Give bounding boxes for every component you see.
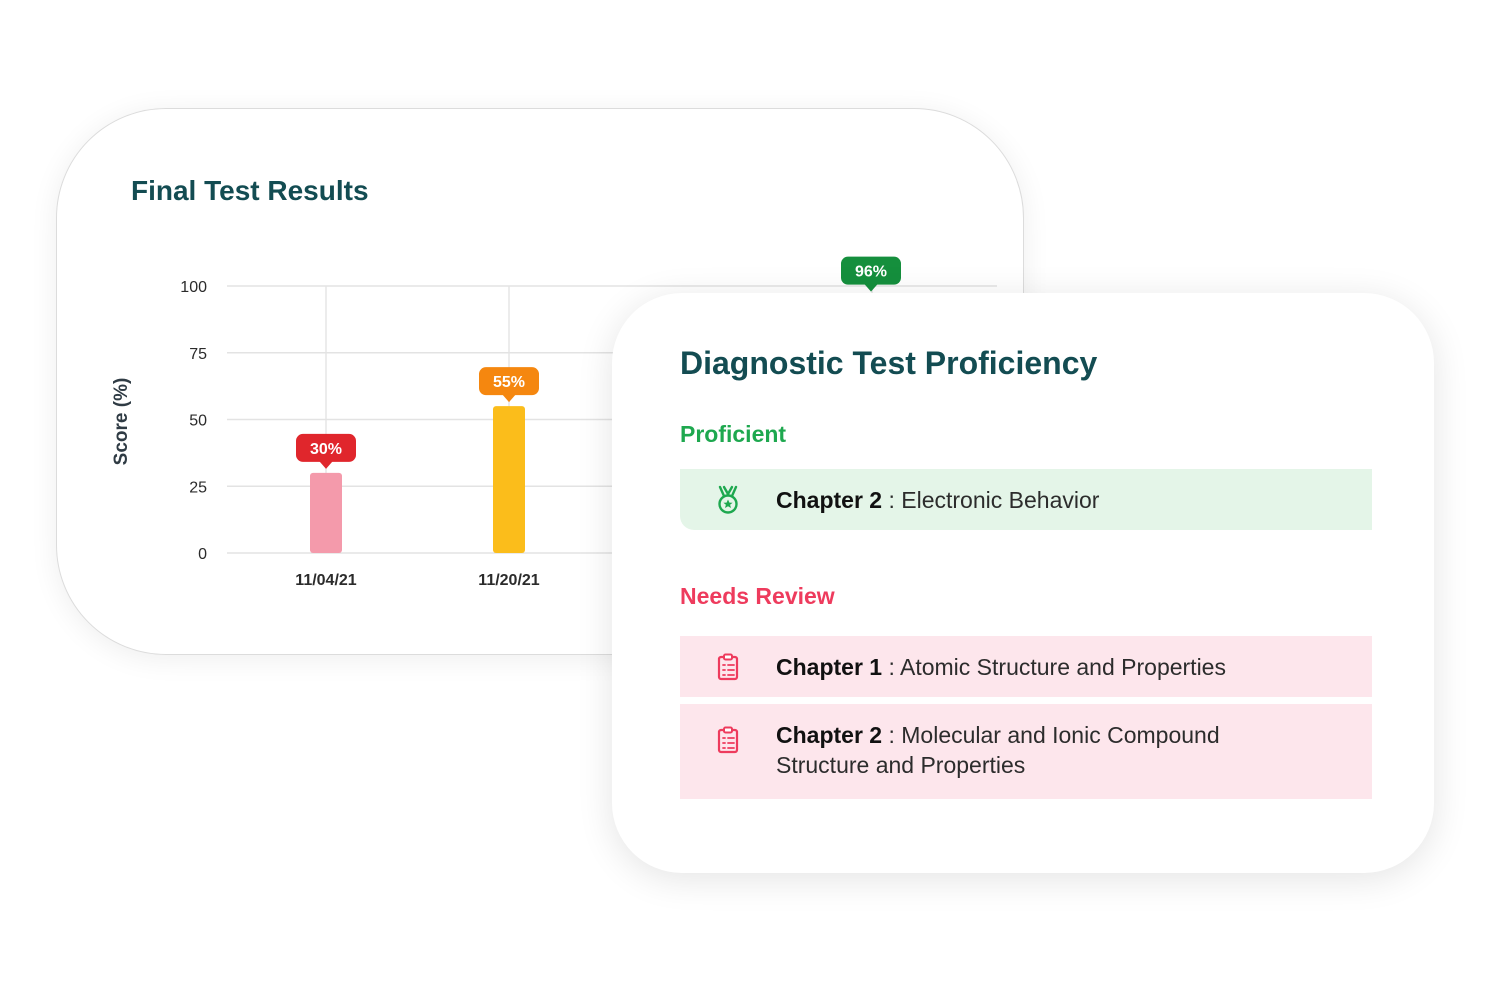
bar[interactable] — [493, 406, 525, 553]
y-tick-label: 0 — [198, 546, 207, 563]
topic-label: Atomic Structure and Properties — [900, 653, 1226, 680]
y-axis-title: Score (%) — [111, 378, 132, 466]
needs-review-heading: Needs Review — [680, 583, 835, 609]
y-tick-label: 25 — [189, 479, 207, 496]
proficient-item-text: Chapter 2 : Electronic Behavior — [776, 485, 1099, 515]
x-tick-label: 11/04/21 — [295, 572, 357, 589]
proficient-heading: Proficient — [680, 421, 787, 447]
separator: : — [882, 653, 900, 680]
proficient-item[interactable]: Chapter 2 : Electronic Behavior — [680, 469, 1372, 530]
separator: : — [882, 486, 902, 513]
chapter-label: Chapter 1 — [776, 653, 883, 680]
y-tick-label: 100 — [180, 279, 207, 296]
review-item-text: Chapter 1 : Atomic Structure and Propert… — [776, 652, 1226, 682]
clipboard-icon — [680, 720, 776, 754]
clipboard-icon — [680, 653, 776, 681]
review-item-text: Chapter 2 : Molecular and Ionic Compound… — [776, 720, 1276, 780]
data-label: 55% — [493, 374, 525, 391]
topic-label: Electronic Behavior — [901, 486, 1100, 513]
review-item[interactable]: Chapter 2 : Molecular and Ionic Compound… — [680, 704, 1372, 799]
y-tick-label: 75 — [189, 346, 207, 363]
chapter-label: Chapter 2 — [776, 486, 883, 513]
review-item[interactable]: Chapter 1 : Atomic Structure and Propert… — [680, 636, 1372, 697]
y-tick-label: 50 — [189, 413, 207, 430]
bar[interactable] — [310, 472, 342, 553]
data-label-badge: 55% — [479, 367, 539, 403]
separator: : — [882, 722, 902, 748]
data-label: 30% — [310, 441, 342, 458]
medal-icon — [680, 485, 776, 515]
x-tick-label: 11/20/21 — [478, 572, 540, 589]
diagnostic-title: Diagnostic Test Proficiency — [680, 345, 1098, 381]
data-label-badge: 30% — [296, 433, 356, 469]
diagnostic-proficiency-card: Diagnostic Test Proficiency Proficient C… — [612, 293, 1434, 873]
chapter-label: Chapter 2 — [776, 722, 883, 748]
